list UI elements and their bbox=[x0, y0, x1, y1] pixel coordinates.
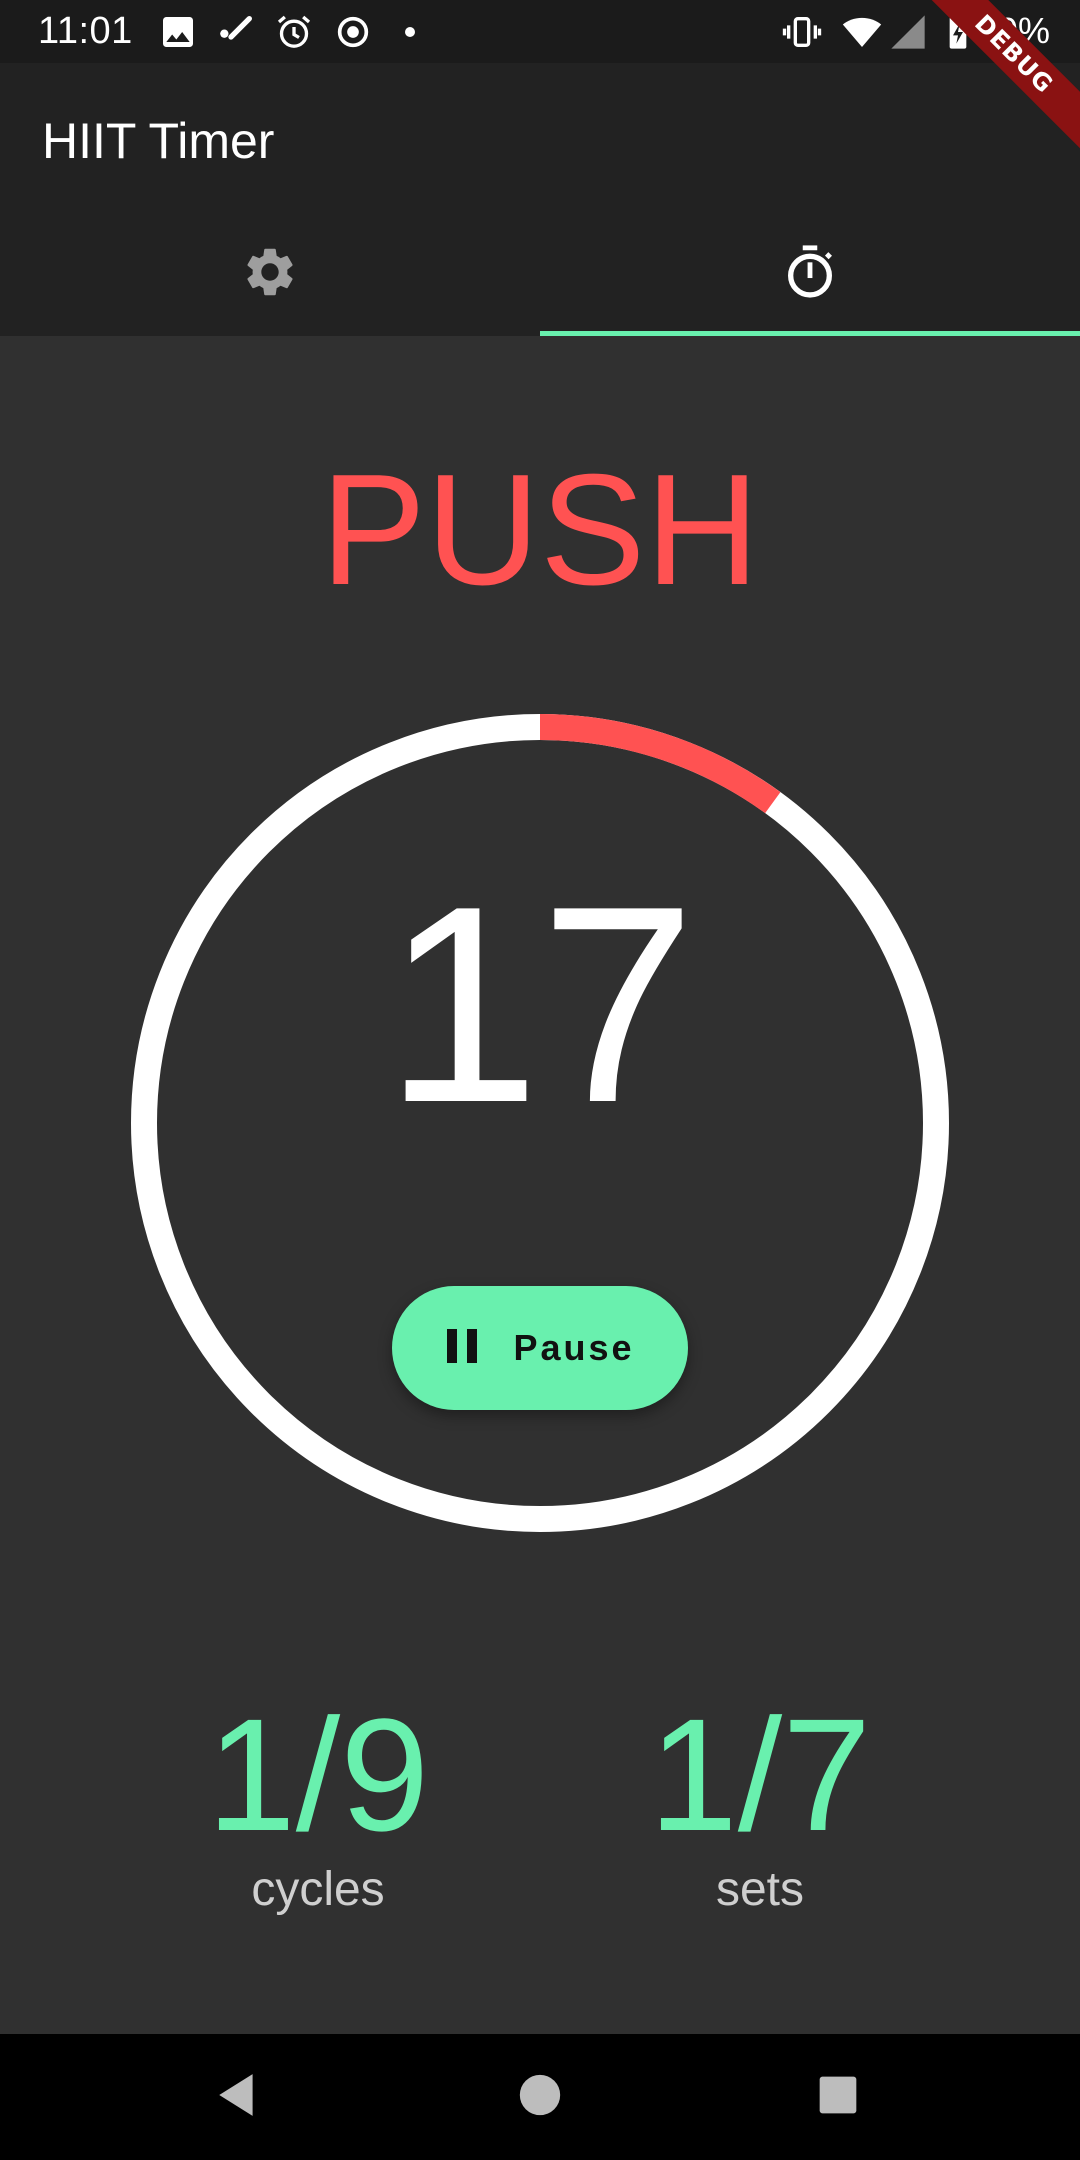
back-icon bbox=[213, 2070, 263, 2125]
tab-settings[interactable] bbox=[0, 213, 540, 336]
signal-icon bbox=[888, 12, 928, 52]
home-button[interactable] bbox=[505, 2062, 575, 2132]
pause-button[interactable]: Pause bbox=[392, 1286, 688, 1410]
app-bar: HIIT Timer bbox=[0, 63, 1080, 336]
countdown-seconds: 17 bbox=[384, 849, 696, 1161]
status-time: 11:01 bbox=[38, 10, 133, 52]
cycles-stat: 1/9 cycles bbox=[98, 1690, 538, 1920]
record-icon bbox=[333, 12, 373, 52]
screen: 11:01 79% DEBUG HIIT Tim bbox=[0, 0, 1080, 2160]
wifi-icon bbox=[842, 12, 882, 52]
gear-icon bbox=[241, 243, 299, 306]
recents-button[interactable] bbox=[803, 2062, 873, 2132]
selected-tab-indicator bbox=[540, 331, 1080, 336]
cycles-value: 1/9 bbox=[206, 1685, 430, 1864]
app-title: HIIT Timer bbox=[42, 113, 275, 169]
pause-icon bbox=[445, 1327, 479, 1370]
sets-value: 1/7 bbox=[648, 1685, 872, 1864]
home-icon bbox=[518, 2073, 562, 2122]
phase-label: PUSH bbox=[320, 442, 760, 618]
status-bar: 11:01 79% bbox=[0, 0, 1080, 63]
sets-stat: 1/7 sets bbox=[540, 1690, 980, 1920]
image-icon bbox=[158, 12, 198, 52]
sets-label: sets bbox=[715, 1863, 805, 1916]
system-nav-bar bbox=[0, 2034, 1080, 2160]
dot-icon bbox=[390, 12, 430, 52]
stopwatch-icon bbox=[781, 243, 839, 306]
vibrate-icon bbox=[782, 12, 822, 52]
tab-timer[interactable] bbox=[540, 213, 1080, 336]
cycles-label: cycles bbox=[251, 1863, 385, 1916]
pen-icon bbox=[216, 12, 256, 52]
recents-icon bbox=[816, 2073, 860, 2122]
alarm-icon bbox=[274, 12, 314, 52]
back-button[interactable] bbox=[203, 2062, 273, 2132]
pause-label: Pause bbox=[513, 1327, 635, 1368]
